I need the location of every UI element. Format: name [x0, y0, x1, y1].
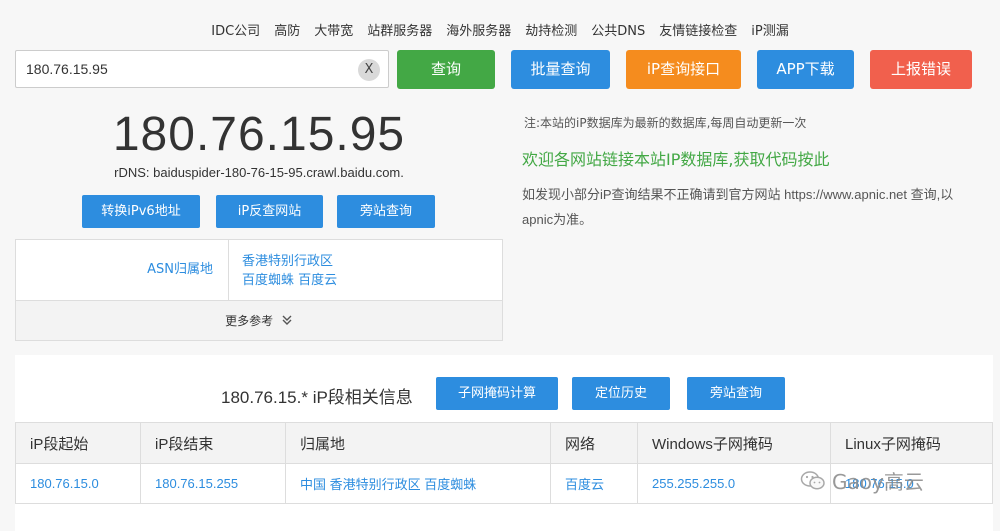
clear-button[interactable]: X [358, 59, 380, 81]
nav-station-server[interactable]: 站群服务器 [360, 20, 439, 39]
cell-start[interactable]: 180.76.15.0 [15, 463, 141, 504]
more-reference-label: 更多参考 [225, 314, 274, 328]
cell-end[interactable]: 180.76.15.255 [140, 463, 286, 504]
subnet-calc-button[interactable]: 子网掩码计算 [436, 377, 558, 410]
chevron-double-down-icon [282, 315, 292, 325]
nav-overseas-server[interactable]: 海外服务器 [439, 20, 518, 39]
th-location: 归属地 [285, 422, 551, 464]
convert-ipv6-button[interactable]: 转换iPv6地址 [82, 195, 200, 228]
th-linux-mask: Linux子网掩码 [830, 422, 993, 464]
db-note: 注:本站的iP数据库为最新的数据库,每周自动更新一次 [524, 116, 807, 130]
welcome-link[interactable]: 欢迎各网站链接本站IP数据库,获取代码按此 [522, 146, 829, 170]
asn-region-link[interactable]: 香港特别行政区 [242, 254, 333, 269]
asn-org-link-1[interactable]: 百度蜘蛛 [242, 273, 294, 288]
nav-ip-leak[interactable]: iP测漏 [744, 20, 795, 39]
asn-value: 香港特别行政区 百度蜘蛛 百度云 [242, 252, 337, 290]
asn-org-link-2[interactable]: 百度云 [298, 273, 337, 288]
rdns-text: rDNS: baiduspider-180-76-15-95.crawl.bai… [114, 165, 404, 180]
reverse-ip-button[interactable]: iP反查网站 [216, 195, 323, 228]
th-start: iP段起始 [15, 422, 141, 464]
asn-label[interactable]: ASN归属地 [16, 240, 228, 300]
asn-divider [228, 240, 229, 300]
ip-address-display: 180.76.15.95 [112, 108, 406, 161]
nav-public-dns[interactable]: 公共DNS [584, 20, 652, 39]
side-site-button[interactable]: 旁站查询 [337, 195, 435, 228]
top-nav: IDC公司 高防 大带宽 站群服务器 海外服务器 劫持检测 公共DNS 友情链接… [0, 20, 1000, 39]
report-error-button[interactable]: 上报错误 [870, 50, 972, 89]
nav-hijack-detect[interactable]: 劫持检测 [518, 20, 584, 39]
search-input[interactable] [16, 51, 336, 87]
apnic-note: 如发现小部分iP查询结果不正确请到官方网站 https://www.apnic.… [522, 187, 954, 227]
app-download-button[interactable]: APP下载 [757, 50, 854, 89]
wechat-icon [800, 470, 825, 490]
asn-panel: ASN归属地 香港特别行政区 百度蜘蛛 百度云 更多参考 [15, 239, 503, 341]
nav-link-check[interactable]: 友情链接检查 [652, 20, 744, 39]
query-button[interactable]: 查询 [397, 50, 495, 89]
th-network: 网络 [550, 422, 638, 464]
th-end: iP段结束 [140, 422, 286, 464]
more-reference-toggle[interactable]: 更多参考 [16, 300, 502, 340]
segment-side-site-button[interactable]: 旁站查询 [687, 377, 785, 410]
table-header-row: iP段起始 iP段结束 归属地 网络 Windows子网掩码 Linux子网掩码 [15, 422, 993, 464]
segment-panel: 180.76.15.* iP段相关信息 子网掩码计算 定位历史 旁站查询 iP段… [15, 355, 993, 531]
cell-location[interactable]: 中国 香港特别行政区 百度蜘蛛 [285, 463, 551, 504]
nav-bandwidth[interactable]: 大带宽 [307, 20, 360, 39]
th-windows-mask: Windows子网掩码 [637, 422, 831, 464]
search-row: X 查询 批量查询 iP查询接口 APP下载 上报错误 [15, 50, 985, 90]
ip-api-button[interactable]: iP查询接口 [626, 50, 741, 89]
search-box: X [15, 50, 389, 88]
watermark: Gaoy高云 [800, 466, 924, 495]
location-history-button[interactable]: 定位历史 [572, 377, 670, 410]
cell-network[interactable]: 百度云 [550, 463, 638, 504]
segment-title: 180.76.15.* iP段相关信息 [221, 388, 413, 407]
batch-query-button[interactable]: 批量查询 [511, 50, 610, 89]
nav-idc[interactable]: IDC公司 [204, 20, 267, 39]
watermark-text: Gaoy高云 [832, 470, 924, 494]
nav-gaofang[interactable]: 高防 [267, 20, 307, 39]
